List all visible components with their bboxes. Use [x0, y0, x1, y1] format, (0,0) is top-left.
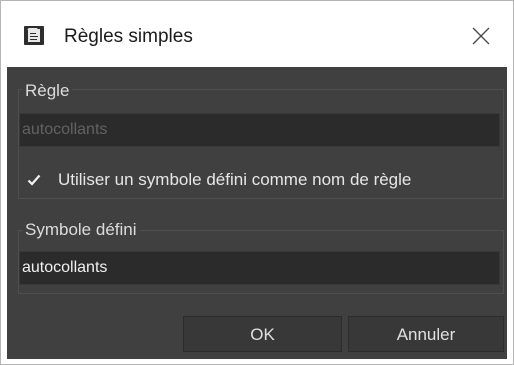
- title-bar[interactable]: Règles simples: [1, 1, 513, 67]
- symbol-group-label: Symbole défini: [23, 221, 140, 239]
- window-title: Règles simples: [64, 26, 193, 47]
- checkmark-icon: [27, 174, 41, 186]
- ok-button[interactable]: OK: [183, 316, 342, 352]
- use-defined-symbol-checkbox-row[interactable]: Utiliser un symbole défini comme nom de …: [26, 169, 411, 191]
- defined-symbol-input[interactable]: [19, 251, 500, 285]
- use-defined-symbol-label[interactable]: Utiliser un symbole défini comme nom de …: [58, 170, 411, 190]
- close-button[interactable]: [461, 17, 501, 55]
- close-icon: [472, 27, 490, 45]
- rules-document-icon: [24, 26, 44, 45]
- dialog-body: Règle Utiliser un symbole défini comme n…: [7, 67, 507, 359]
- dialog-window: Règles simples Règle Utiliser un symbole…: [0, 0, 514, 365]
- rule-group-label: Règle: [23, 82, 73, 100]
- rule-name-input[interactable]: [19, 113, 500, 147]
- cancel-button[interactable]: Annuler: [348, 316, 504, 352]
- use-defined-symbol-checkbox[interactable]: [26, 172, 42, 188]
